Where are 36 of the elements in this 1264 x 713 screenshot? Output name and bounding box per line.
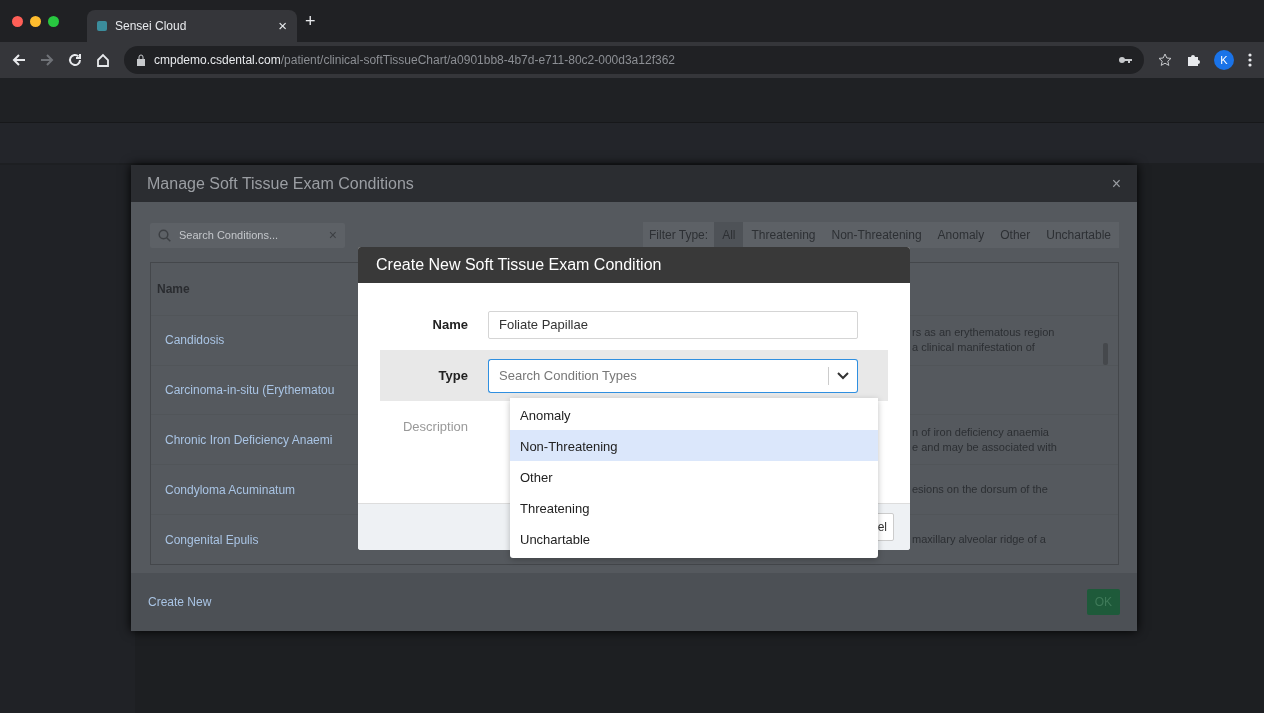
dialog-title: Create New Soft Tissue Exam Condition xyxy=(358,247,910,283)
profile-avatar[interactable]: K xyxy=(1214,50,1234,70)
condition-link[interactable]: Chronic Iron Deficiency Anaemi xyxy=(151,430,333,449)
new-tab-icon[interactable]: + xyxy=(305,7,316,35)
forward-icon[interactable] xyxy=(40,53,54,67)
create-new-link[interactable]: Create New xyxy=(148,593,212,611)
window-control-dot[interactable] xyxy=(48,15,59,27)
dropdown-option[interactable]: Anomaly xyxy=(510,399,878,430)
more-icon[interactable] xyxy=(1248,53,1252,67)
name-input[interactable]: Foliate Papillae xyxy=(488,310,858,339)
reload-icon[interactable] xyxy=(68,53,82,67)
back-icon[interactable] xyxy=(12,53,26,67)
condition-link[interactable]: Condyloma Acuminatum xyxy=(151,480,296,499)
key-icon[interactable] xyxy=(1118,55,1132,65)
close-icon[interactable]: × xyxy=(278,14,287,38)
star-icon[interactable] xyxy=(1158,53,1172,67)
field-label: Type xyxy=(437,366,469,385)
home-icon[interactable] xyxy=(96,53,110,67)
window-control-dot[interactable] xyxy=(30,15,41,27)
close-icon[interactable]: × xyxy=(1111,171,1121,196)
favicon-icon xyxy=(97,21,107,31)
condition-link[interactable]: Congenital Epulis xyxy=(151,530,259,549)
field-label: Name xyxy=(431,315,469,334)
tab-title: Sensei Cloud xyxy=(115,18,188,35)
condition-link[interactable]: Carcinoma-in-situ (Erythematou xyxy=(151,381,335,400)
browser-tab[interactable]: Sensei Cloud × xyxy=(87,10,297,42)
condition-link[interactable]: Candidosis xyxy=(151,331,225,350)
dropdown-option[interactable]: Unchartable xyxy=(510,523,878,554)
field-label: Description xyxy=(401,417,469,436)
dropdown-option[interactable]: Threatening xyxy=(510,492,878,523)
lock-icon xyxy=(136,54,146,66)
dropdown-option[interactable]: Non-Threatening xyxy=(510,430,878,461)
dialog-title: Manage Soft Tissue Exam Conditions xyxy=(147,173,414,194)
window-control-dot[interactable] xyxy=(12,15,23,27)
dropdown-option[interactable]: Other xyxy=(510,461,878,492)
puzzle-icon[interactable] xyxy=(1186,53,1200,67)
